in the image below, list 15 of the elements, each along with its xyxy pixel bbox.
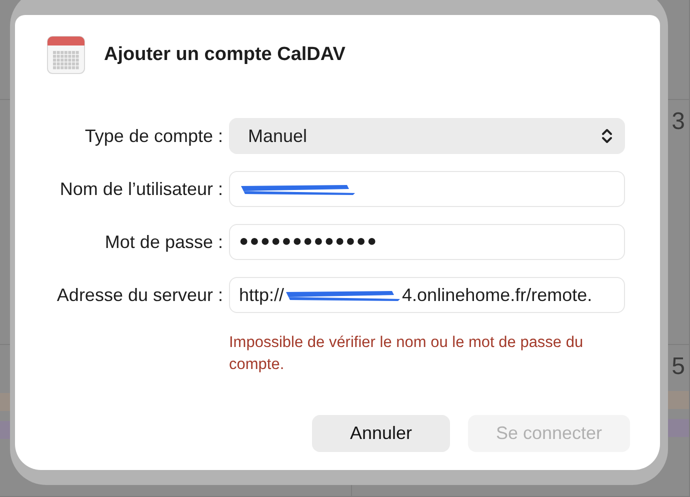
- account-type-select[interactable]: Manuel: [229, 118, 625, 154]
- field-label: Adresse du serveur :: [56, 284, 223, 306]
- dialog-title: Ajouter un compte CalDAV: [104, 44, 346, 66]
- up-down-chevron-icon: [601, 127, 613, 145]
- input-field[interactable]: [229, 171, 625, 207]
- field-label: Type de compte :: [84, 126, 223, 146]
- error-message: Impossible de vérifier le nom ou le mot de passe du compte.: [229, 333, 584, 375]
- calendar-icon: [47, 36, 85, 74]
- field-label: Nom de l’utilisateur :: [58, 178, 223, 200]
- input-field[interactable]: http:// 4.onlinehome.fr/remote.: [229, 277, 625, 313]
- day-number: 3: [672, 108, 685, 136]
- day-number: 5: [672, 353, 685, 381]
- field-label: Mot de passe :: [104, 232, 223, 252]
- cancel-button[interactable]: Annuler: [312, 415, 450, 452]
- password-field[interactable]: ●●●●●●●●●●●●●: [229, 224, 625, 260]
